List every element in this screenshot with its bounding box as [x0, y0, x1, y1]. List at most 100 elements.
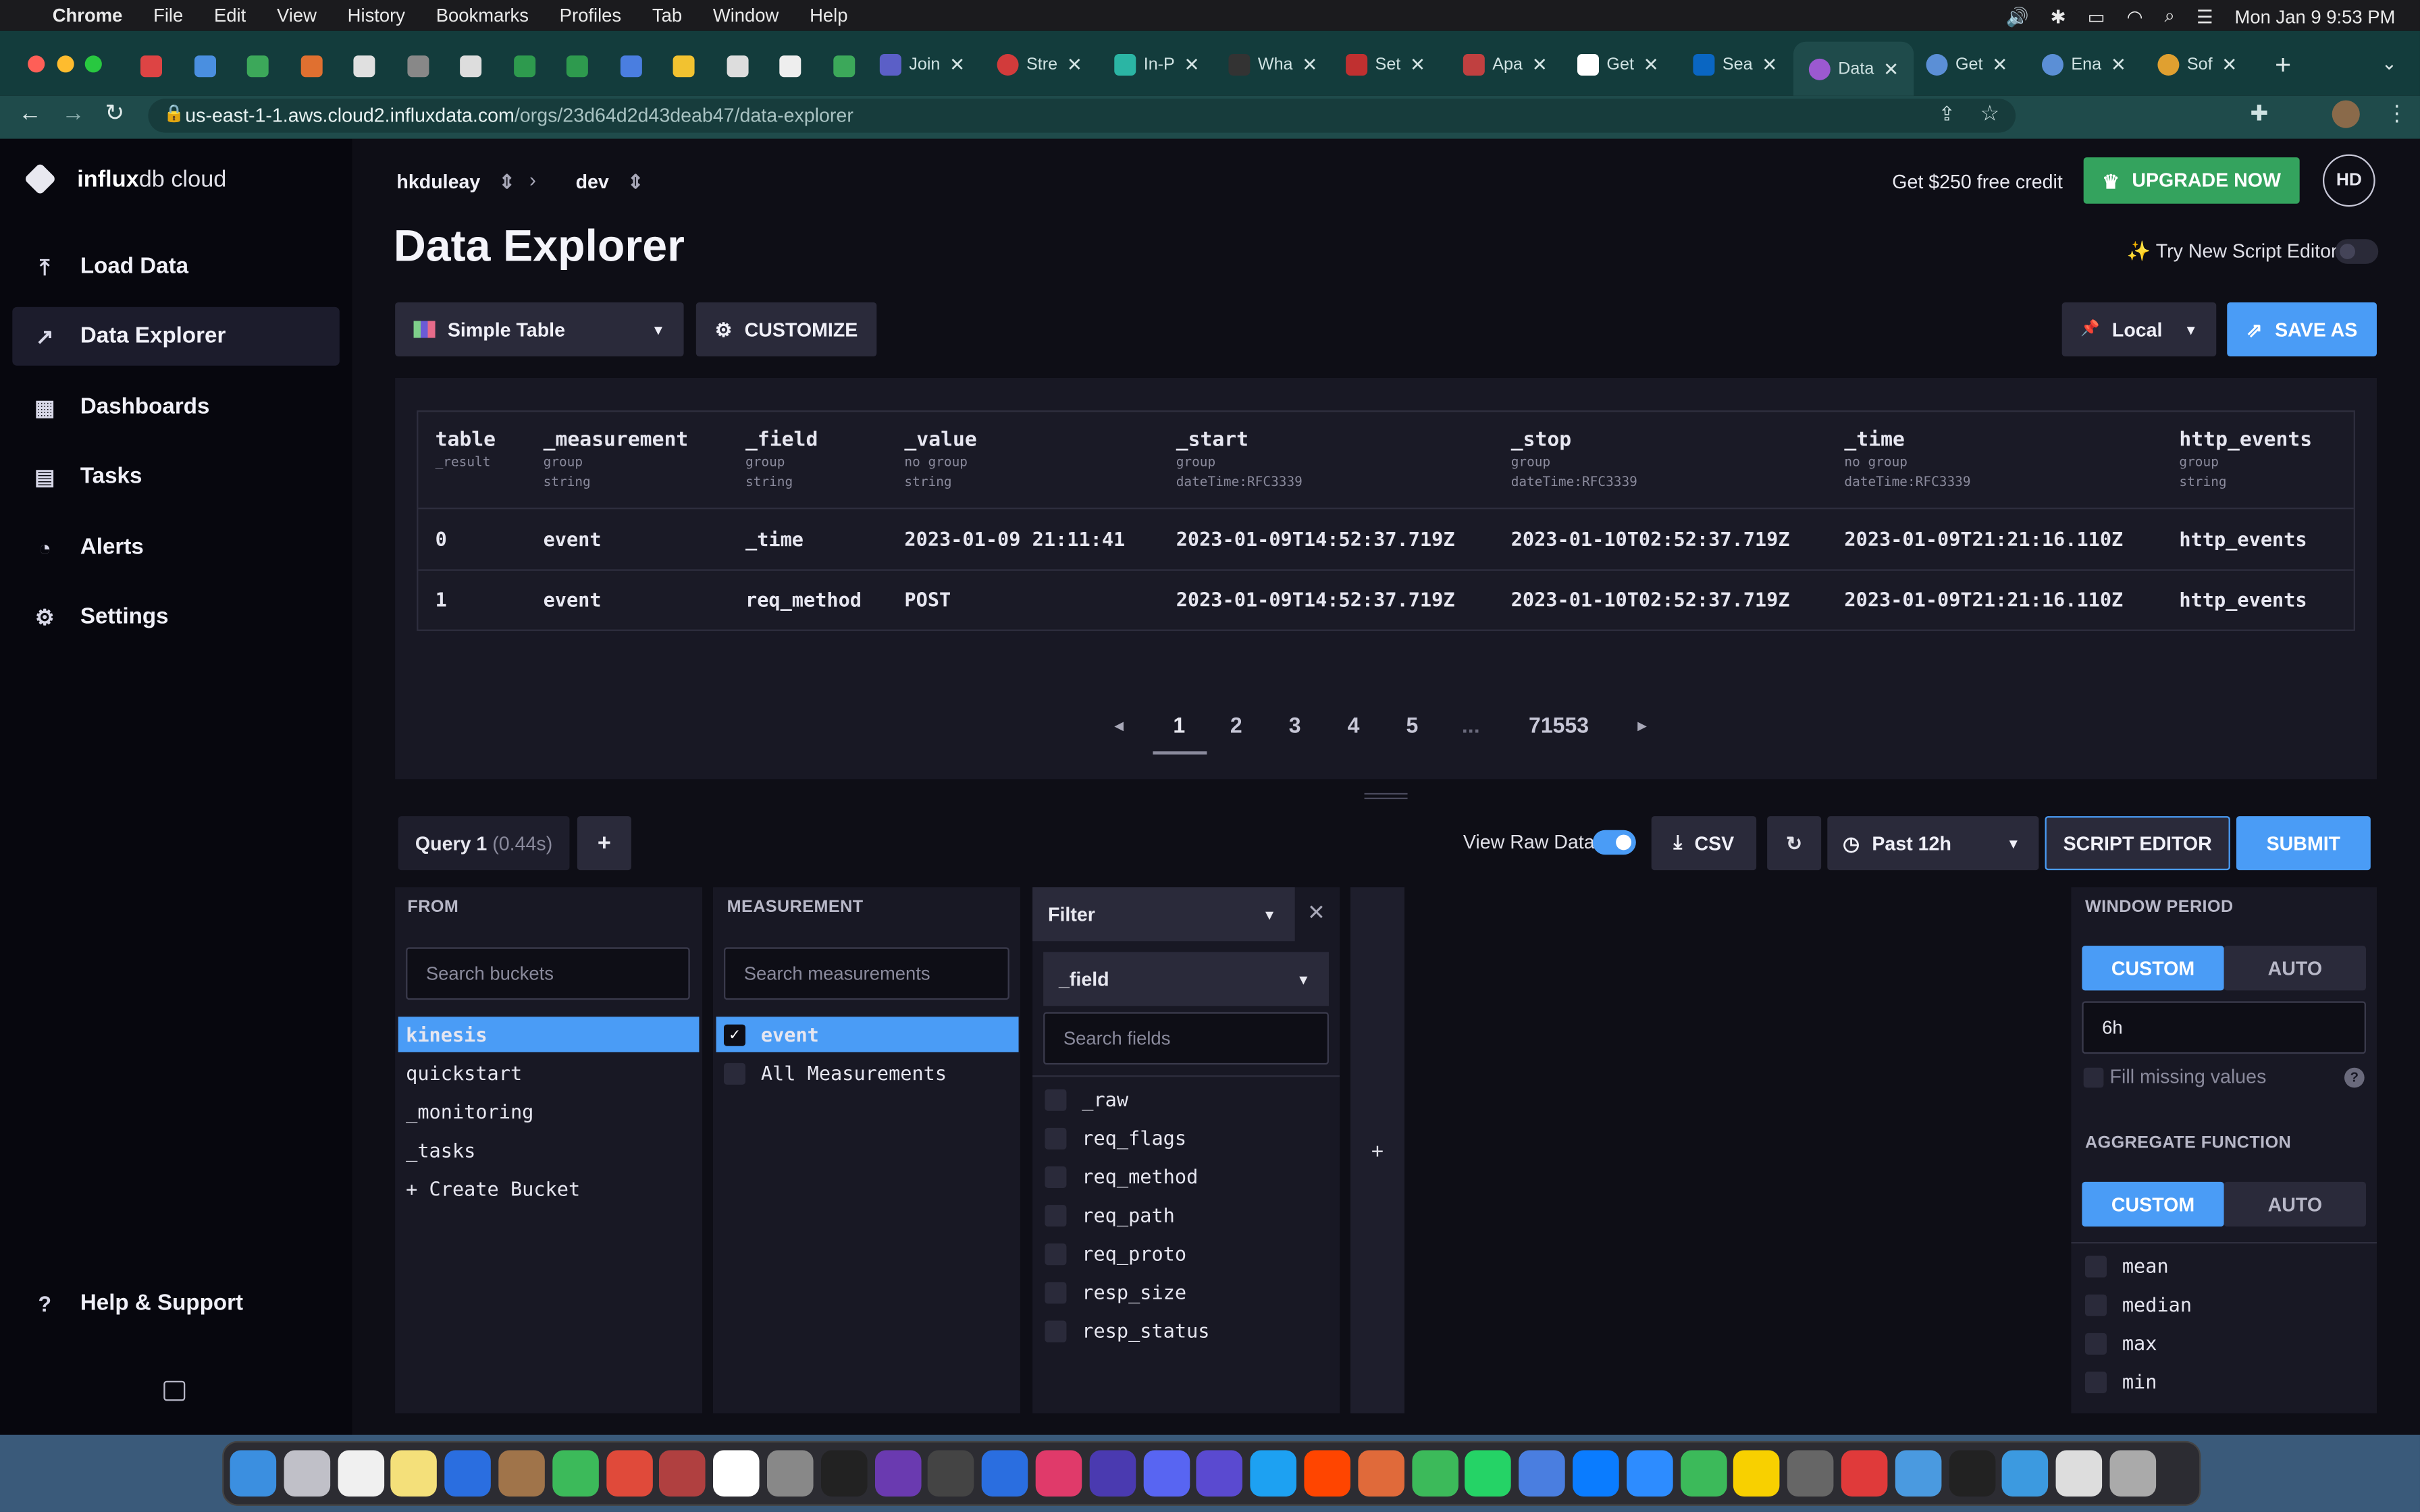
dock-app-icon[interactable]: [1411, 1450, 1458, 1497]
page-5[interactable]: 5: [1389, 713, 1436, 738]
collapse-sidebar-icon[interactable]: [163, 1380, 186, 1401]
bucket-item[interactable]: quickstart: [398, 1055, 700, 1091]
pinned-tab-favicon[interactable]: [353, 55, 375, 78]
column-header[interactable]: _measurement group string: [544, 429, 689, 492]
aggregate-function-item[interactable]: max: [2078, 1325, 2371, 1361]
pinned-tab-favicon[interactable]: [246, 55, 269, 78]
battery-icon[interactable]: ▭: [2088, 5, 2105, 27]
resize-handle[interactable]: [1364, 792, 1408, 799]
dock-app-icon[interactable]: [284, 1450, 330, 1497]
menu-file[interactable]: File: [153, 5, 183, 26]
dock-app-icon[interactable]: [874, 1450, 921, 1497]
close-icon[interactable]: ✕: [1992, 54, 2007, 76]
save-as-button[interactable]: ⇗ SAVE AS: [2227, 302, 2377, 356]
search-buckets-input[interactable]: Search buckets: [406, 947, 690, 1000]
menu-bookmarks[interactable]: Bookmarks: [436, 5, 529, 26]
field-item[interactable]: req_proto: [1037, 1236, 1334, 1272]
add-query-button[interactable]: +: [577, 816, 631, 871]
tab-apa[interactable]: Apa ✕: [1463, 42, 1548, 88]
dock-app-icon[interactable]: [766, 1450, 814, 1497]
nav-load-data[interactable]: ⤒ Load Data: [12, 238, 340, 296]
tab-wha[interactable]: Wha ✕: [1228, 42, 1317, 88]
pinned-tab-favicon[interactable]: [673, 55, 695, 78]
tab-sea[interactable]: Sea ✕: [1693, 42, 1777, 88]
profile-avatar[interactable]: [2332, 100, 2360, 128]
column-header[interactable]: _field group string: [745, 429, 818, 492]
close-icon[interactable]: ✕: [1883, 58, 1899, 80]
menu-chrome[interactable]: Chrome: [53, 5, 123, 26]
aggregate-function-item[interactable]: min: [2078, 1364, 2371, 1400]
nav-settings[interactable]: ⚙ Settings: [12, 588, 340, 647]
pinned-tab-favicon[interactable]: [619, 55, 641, 78]
close-icon[interactable]: ✕: [1410, 54, 1425, 76]
dock-app-icon[interactable]: [606, 1450, 652, 1497]
new-tab-icon[interactable]: +: [2275, 49, 2291, 82]
aggregate-function-item[interactable]: mean: [2078, 1248, 2371, 1284]
viz-type-dropdown[interactable]: Simple Table ▼: [395, 302, 684, 356]
field-item[interactable]: req_flags: [1037, 1120, 1334, 1156]
tab-get2[interactable]: Get ✕: [1926, 42, 2007, 88]
nav-alerts[interactable]: ◔ Alerts: [12, 518, 340, 577]
view-raw-data-toggle[interactable]: [1592, 830, 1636, 855]
pinned-tab-favicon[interactable]: [193, 55, 215, 78]
bucket-item[interactable]: kinesis: [398, 1017, 700, 1052]
pinned-tab-favicon[interactable]: [512, 55, 535, 78]
influxdb-logo[interactable]: influx db cloud: [24, 162, 227, 196]
tab-inp[interactable]: In-P ✕: [1114, 42, 1200, 88]
aggregate-function-item[interactable]: median: [2078, 1287, 2371, 1322]
lock-icon[interactable]: 🔒: [163, 103, 184, 123]
aggregate-auto-button[interactable]: AUTO: [2224, 1181, 2366, 1227]
pinned-tab-favicon[interactable]: [726, 55, 748, 78]
close-icon[interactable]: ✕: [1532, 54, 1548, 76]
search-fields-input[interactable]: Search fields: [1043, 1012, 1329, 1065]
bucket-item[interactable]: _monitoring: [398, 1094, 700, 1130]
dock-app-icon[interactable]: [2109, 1450, 2157, 1497]
pinned-tab-favicon[interactable]: [406, 55, 429, 78]
menu-view[interactable]: View: [277, 5, 317, 26]
dock-app-icon[interactable]: [337, 1450, 384, 1497]
close-icon[interactable]: ✕: [949, 54, 965, 76]
chrome-menu-icon[interactable]: ⋮: [2386, 101, 2408, 127]
close-window-icon[interactable]: [28, 55, 45, 73]
pinned-tab-favicon[interactable]: [460, 55, 482, 78]
column-header[interactable]: _start group dateTime:RFC3339: [1176, 429, 1303, 492]
dock-app-icon[interactable]: [1895, 1450, 1941, 1497]
window-period-input[interactable]: 6h: [2082, 1001, 2366, 1054]
back-icon[interactable]: ←: [18, 101, 41, 127]
nav-help-support[interactable]: ? Help & Support: [12, 1274, 340, 1333]
refresh-button[interactable]: ↻: [1767, 816, 1822, 871]
aggregate-custom-button[interactable]: CUSTOM: [2082, 1181, 2224, 1227]
field-item[interactable]: _raw: [1037, 1081, 1334, 1117]
close-icon[interactable]: ✕: [2221, 54, 2237, 76]
dock-app-icon[interactable]: [659, 1450, 706, 1497]
dock-app-icon[interactable]: [1142, 1450, 1190, 1497]
query-tab[interactable]: Query 1 (0.44s): [398, 816, 570, 871]
search-icon[interactable]: ⌕: [2165, 5, 2175, 28]
tab-sof[interactable]: Sof ✕: [2157, 42, 2237, 88]
dock-app-icon[interactable]: [2055, 1450, 2103, 1497]
filter-header-dropdown[interactable]: Filter ▼: [1032, 887, 1295, 942]
field-item[interactable]: req_method: [1037, 1159, 1334, 1195]
bucket-switcher[interactable]: dev ⇕: [576, 169, 644, 193]
bucket-item[interactable]: _tasks: [398, 1133, 700, 1168]
bookmark-star-icon[interactable]: ☆: [1980, 101, 2000, 127]
dock-app-icon[interactable]: [820, 1450, 868, 1497]
org-switcher[interactable]: hkduleay ⇕: [396, 169, 515, 193]
extensions-icon[interactable]: ✚: [2251, 101, 2269, 127]
url-field[interactable]: us-east-1-1.aws.cloud2.influxdata.com/or…: [148, 99, 2016, 133]
menu-help[interactable]: Help: [810, 5, 847, 26]
dock-app-icon[interactable]: [1196, 1450, 1243, 1497]
page-1[interactable]: 1: [1156, 713, 1203, 738]
csv-button[interactable]: ⤓ CSV: [1651, 816, 1757, 871]
page-last[interactable]: 71553: [1516, 713, 1602, 738]
volume-icon[interactable]: 🔊: [2005, 5, 2028, 27]
column-header[interactable]: _stop group dateTime:RFC3339: [1511, 429, 1637, 492]
window-custom-button[interactable]: CUSTOM: [2082, 946, 2224, 991]
column-header[interactable]: _time no group dateTime:RFC3339: [1844, 429, 1970, 492]
column-header[interactable]: table _result: [436, 429, 496, 475]
nav-data-explorer[interactable]: ↗ Data Explorer: [12, 306, 340, 366]
prev-page-icon[interactable]: ◂: [1114, 714, 1124, 736]
maximize-window-icon[interactable]: [84, 55, 102, 73]
dock-app-icon[interactable]: [1733, 1450, 1781, 1497]
submit-button[interactable]: SUBMIT: [2236, 816, 2371, 871]
